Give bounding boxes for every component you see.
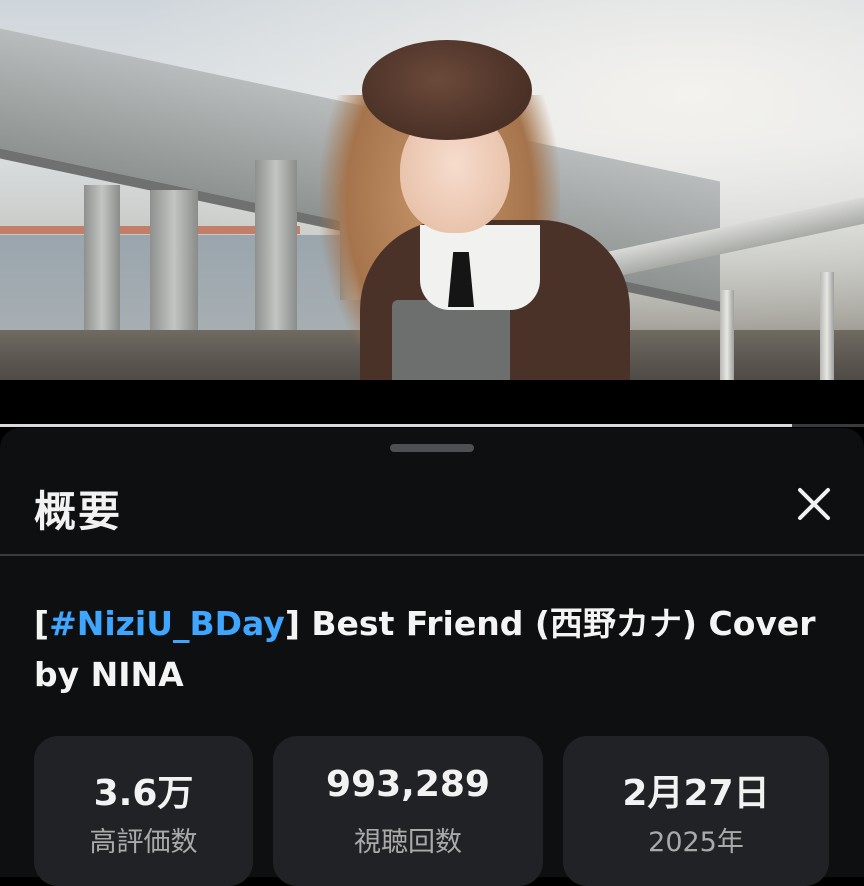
video-person-beret [362,40,532,140]
title-bracket-open: [ [34,604,50,643]
video-person-vest [392,300,510,380]
video-pillar [84,185,120,345]
sheet-title: 概要 [34,487,123,536]
likes-label: 高評価数 [89,827,198,858]
upload-date: 2月27日 [622,773,770,814]
views-count: 993,289 [326,764,490,805]
close-button[interactable] [790,480,838,528]
player-bottom-band [0,380,864,428]
title-bracket-close: ] [284,604,300,643]
progress-bar-fill [0,424,793,427]
progress-bar[interactable] [0,424,864,427]
video-railing-post [720,290,734,380]
video-railing-post [820,272,834,380]
video-pillar [255,160,297,350]
video-title: [#NiziU_BDay] Best Friend (西野カナ) Cover b… [34,598,840,700]
likes-count: 3.6万 [93,773,194,814]
description-sheet: 概要 [#NiziU_BDay] Best Friend (西野カナ) Cove… [0,428,864,886]
stat-likes: 3.6万 高評価数 [34,736,253,886]
close-icon [798,488,830,520]
hashtag-link[interactable]: #NiziU_BDay [49,604,285,643]
video-person-shirt [420,225,540,310]
video-player[interactable] [0,0,864,380]
divider [0,554,864,556]
drag-handle[interactable] [390,444,474,452]
upload-year: 2025年 [648,827,744,858]
stat-date: 2月27日 2025年 [563,736,829,886]
stat-views: 993,289 視聴回数 [273,736,543,886]
views-label: 視聴回数 [354,827,462,858]
